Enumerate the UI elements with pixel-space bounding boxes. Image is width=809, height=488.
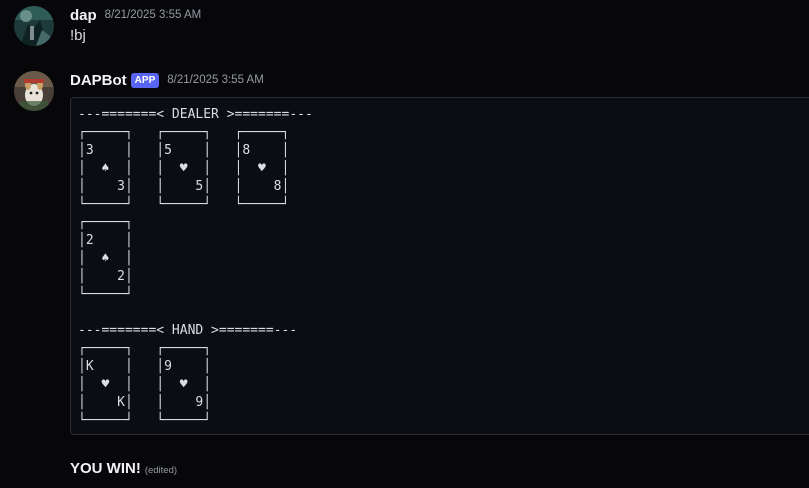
bot-avatar-icon <box>14 71 54 111</box>
edited-label: (edited) <box>144 465 178 476</box>
username[interactable]: dap <box>70 7 97 24</box>
app-badge: APP <box>130 72 160 88</box>
username[interactable]: DAPBot <box>70 72 127 89</box>
user-avatar[interactable] <box>14 6 54 46</box>
user-avatar-icon <box>14 6 54 46</box>
result-text: YOU WIN! <box>70 460 141 477</box>
message-header: DAPBot APP 8/21/2025 3:55 AM <box>70 69 264 91</box>
bot-avatar[interactable] <box>14 71 54 111</box>
message-header: dap 8/21/2025 3:55 AM <box>70 4 201 26</box>
blackjack-table-text: ---=======< DEALER >=======--- ┌─────┐ ┌… <box>78 107 313 428</box>
code-block[interactable]: ---=======< DEALER >=======--- ┌─────┐ ┌… <box>70 97 809 435</box>
timestamp: 8/21/2025 3:55 AM <box>104 9 202 21</box>
timestamp: 8/21/2025 3:55 AM <box>167 74 264 86</box>
message-content: !bj <box>70 27 86 44</box>
result-line: YOU WIN! (edited) <box>70 460 177 477</box>
